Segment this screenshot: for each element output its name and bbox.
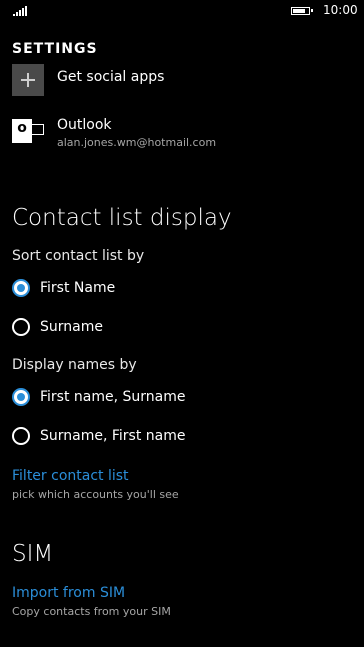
radio-label: Surname: [40, 319, 103, 335]
radio-label: First Name: [40, 280, 116, 296]
account-name: Get social apps: [57, 69, 165, 85]
radio-surname-first-name[interactable]: Surname, First name: [12, 425, 186, 447]
radio-selected-icon[interactable]: [12, 388, 30, 406]
section-title-sim: SIM: [12, 541, 54, 567]
section-title-contact-list-display: Contact list display: [12, 205, 232, 231]
radio-unselected-icon[interactable]: [12, 427, 30, 445]
account-email: alan.jones.wm@hotmail.com: [57, 136, 217, 149]
radio-label: First name, Surname: [40, 389, 186, 405]
import-from-sim-link[interactable]: Import from SIM: [12, 585, 125, 601]
account-outlook[interactable]: o Outlook alan.jones.wm@hotmail.com: [12, 117, 312, 151]
sort-by-label: Sort contact list by: [12, 248, 145, 264]
account-get-social-apps[interactable]: Get social apps: [12, 64, 312, 96]
display-names-label: Display names by: [12, 357, 137, 373]
radio-surname[interactable]: Surname: [12, 316, 103, 338]
filter-contact-list-link[interactable]: Filter contact list: [12, 468, 129, 484]
account-name: Outlook: [57, 117, 112, 133]
radio-label: Surname, First name: [40, 428, 186, 444]
filter-contact-list-description: pick which accounts you'll see: [12, 488, 179, 501]
battery-icon: [291, 7, 313, 15]
radio-selected-icon[interactable]: [12, 279, 30, 297]
radio-first-name[interactable]: First Name: [12, 277, 115, 299]
radio-unselected-icon[interactable]: [12, 318, 30, 336]
plus-icon: [12, 64, 44, 96]
import-from-sim-description: Copy contacts from your SIM: [12, 605, 171, 618]
outlook-icon: o: [12, 117, 44, 149]
status-bar: 10:00: [0, 0, 364, 24]
page-title: SETTINGS: [12, 41, 98, 57]
radio-first-name-surname[interactable]: First name, Surname: [12, 386, 186, 408]
status-time: 10:00: [323, 3, 358, 17]
signal-strength-icon: [13, 6, 29, 16]
